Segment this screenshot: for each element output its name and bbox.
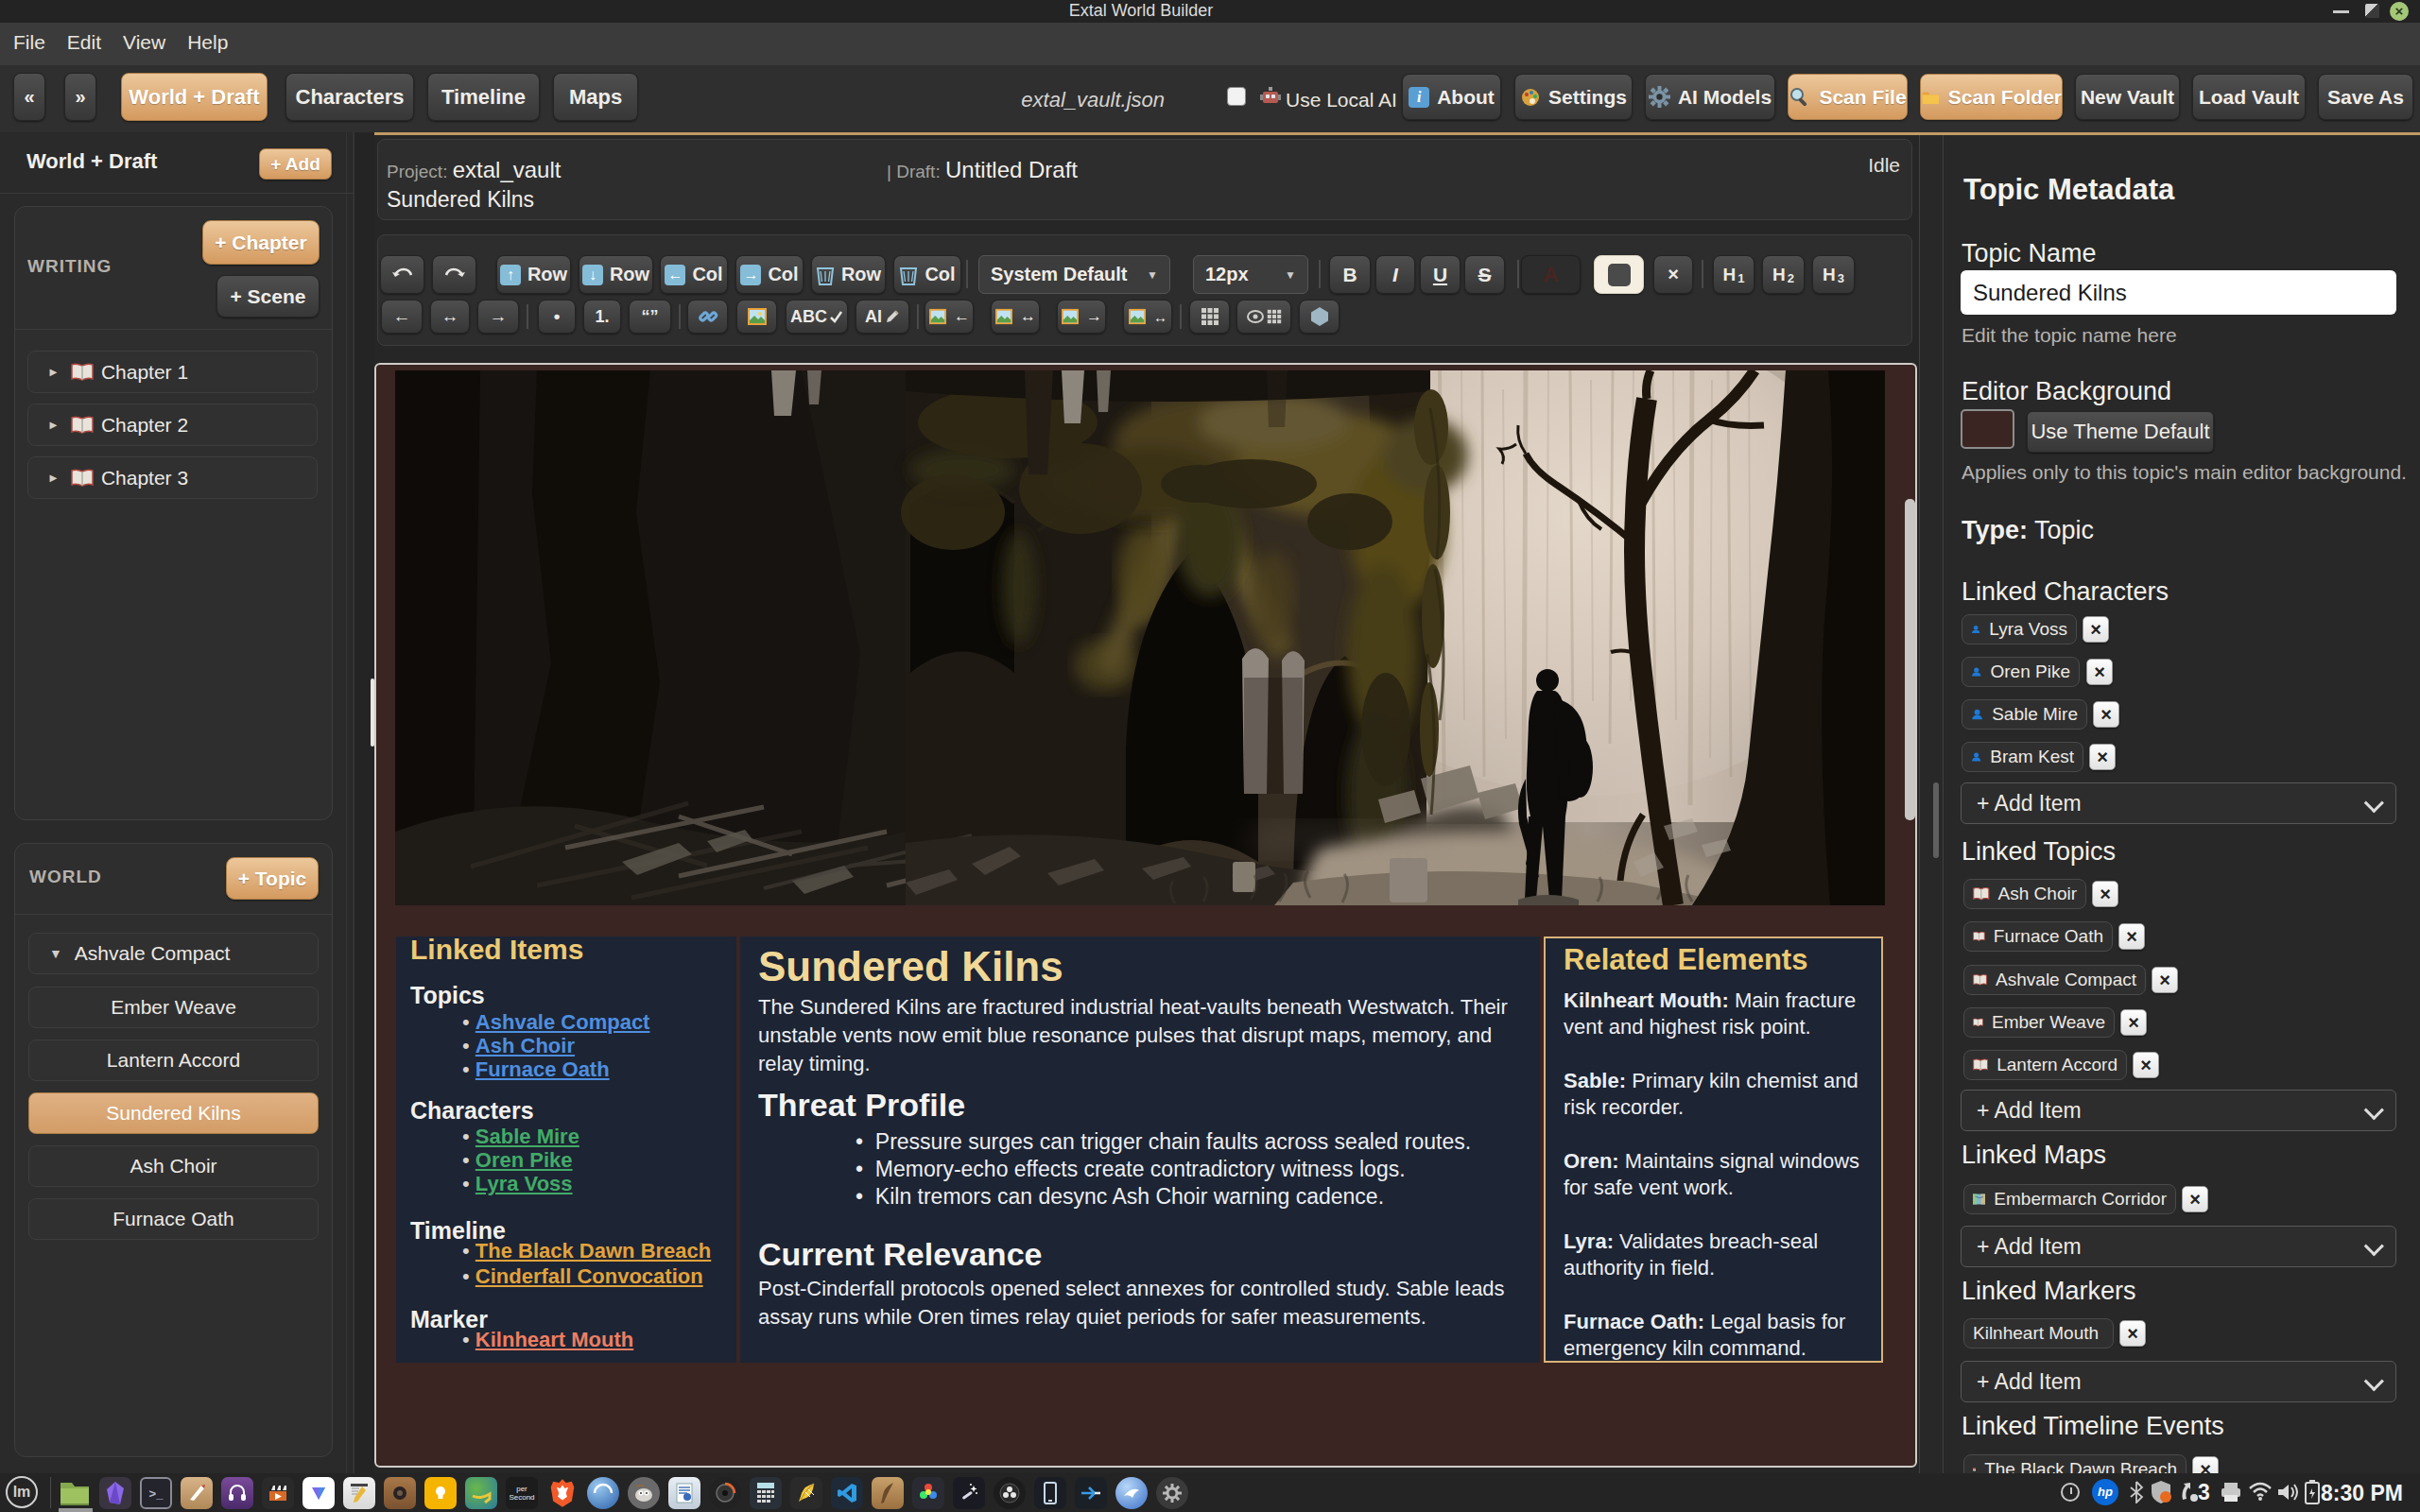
- svg-text:17: 17: [1974, 1469, 1976, 1470]
